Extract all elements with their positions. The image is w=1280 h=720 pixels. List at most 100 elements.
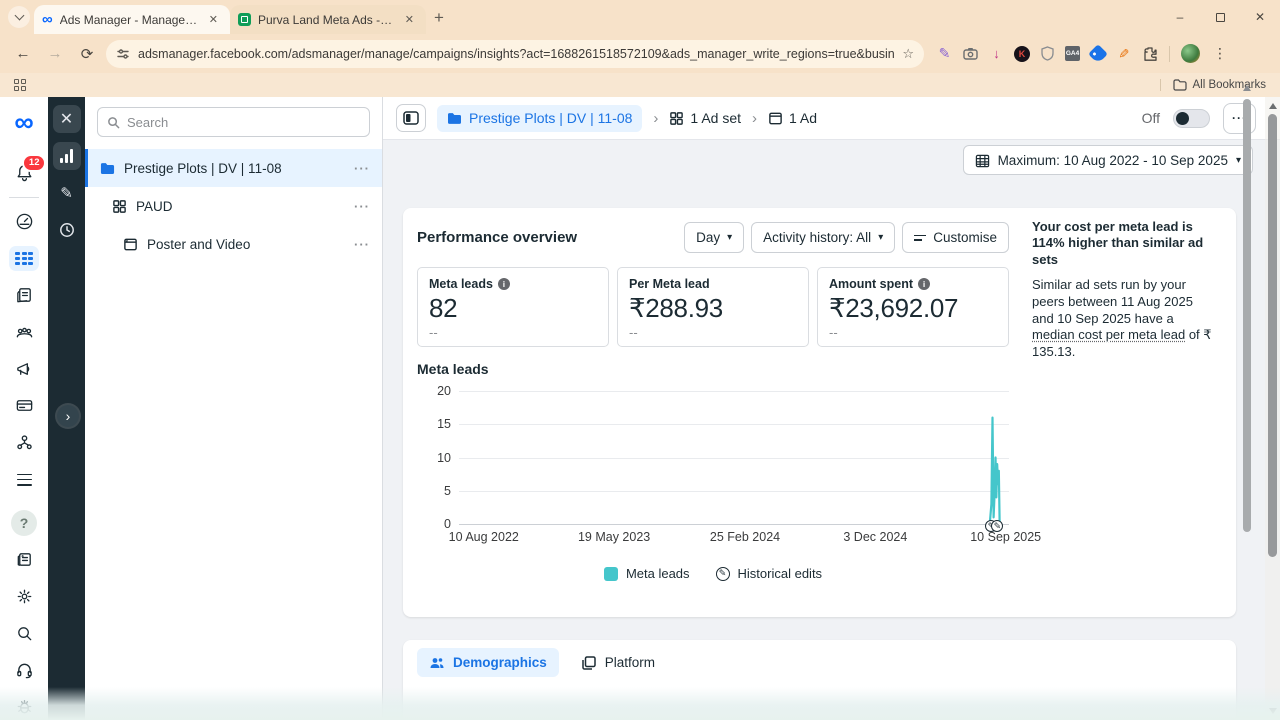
brush-extension-icon[interactable]: ✎: [1115, 45, 1132, 62]
scrollbar-thumb[interactable]: [1268, 114, 1277, 557]
tab-close-icon[interactable]: ✕: [205, 11, 222, 28]
extensions-puzzle-icon[interactable]: [1141, 45, 1158, 62]
insights-chart-button[interactable]: [52, 142, 81, 170]
campaign-search-input[interactable]: Search: [97, 107, 370, 137]
sidebar-item-ads-reporting[interactable]: [9, 282, 39, 308]
ad-row[interactable]: Poster and Video ···: [85, 225, 382, 263]
site-info-icon[interactable]: [116, 47, 130, 61]
profile-avatar[interactable]: [1181, 44, 1200, 63]
search-icon: [108, 116, 120, 128]
metric-card-amount-spent: Amount spent i ₹23,692.07 --: [817, 267, 1009, 347]
tab-close-icon[interactable]: ✕: [401, 11, 418, 28]
campaigns-table-icon: [15, 251, 33, 266]
browser-tab-ads-manager[interactable]: ∞ Ads Manager - Manage ads - C ✕: [34, 5, 230, 34]
customise-button[interactable]: Customise: [902, 222, 1009, 253]
meta-leads-chart: 20 15 10 5 0 ✎ 10 Aug 2022 19 May 2023 2…: [417, 384, 1041, 581]
sidebar-item-search[interactable]: [9, 620, 39, 646]
scroll-up-icon[interactable]: [1268, 103, 1277, 109]
browser-scrollbar[interactable]: [1265, 97, 1280, 720]
row-menu-icon[interactable]: ···: [354, 199, 370, 214]
ad-set-icon: [113, 199, 126, 213]
apps-grid-icon[interactable]: [14, 79, 26, 91]
panel-layout-icon: [403, 111, 419, 125]
ads-manager-app: ∞ 12 ? ✕ ✎ › Search Prestige Plots | DV …: [0, 97, 1280, 720]
close-window-button[interactable]: ✕: [1240, 0, 1280, 34]
glossary-term-link[interactable]: median cost per meta lead: [1032, 327, 1185, 342]
customise-icon: [914, 234, 927, 241]
close-panel-button[interactable]: ✕: [52, 105, 81, 133]
back-button[interactable]: ←: [10, 41, 36, 67]
history-button[interactable]: [53, 216, 81, 244]
sidebar-item-account-overview[interactable]: [9, 209, 39, 235]
org-chart-icon: [16, 435, 32, 450]
new-tab-button[interactable]: +: [434, 8, 444, 28]
toggle-side-panel-button[interactable]: [396, 104, 426, 132]
metric-value: 82: [429, 293, 458, 323]
sidebar-item-advertising[interactable]: [9, 356, 39, 382]
info-icon[interactable]: i: [497, 278, 510, 290]
campaign-row[interactable]: Prestige Plots | DV | 11-08 ···: [85, 149, 382, 187]
ga4-extension-icon[interactable]: GA4: [1065, 46, 1080, 61]
sidebar-item-settings[interactable]: [9, 583, 39, 609]
info-icon[interactable]: i: [918, 278, 931, 290]
maximize-button[interactable]: [1200, 0, 1240, 34]
minimize-button[interactable]: –: [1160, 0, 1200, 34]
sidebar-item-updates[interactable]: [9, 547, 39, 573]
scroll-down-icon[interactable]: [1268, 708, 1277, 714]
row-menu-icon[interactable]: ···: [354, 161, 370, 176]
edit-button[interactable]: ✎: [53, 179, 81, 207]
scroll-up-icon[interactable]: [1243, 85, 1251, 91]
reload-button[interactable]: ⟳: [74, 41, 100, 67]
headset-icon: [16, 663, 32, 678]
tab-title: Ads Manager - Manage ads - C: [59, 12, 198, 27]
scrollbar-thumb[interactable]: [1243, 99, 1251, 532]
tab-search-chevron-button[interactable]: [8, 6, 30, 28]
tag-icon: [1087, 43, 1108, 64]
breadcrumb-ad[interactable]: 1 Ad: [768, 110, 817, 126]
sidebar-item-support[interactable]: [9, 657, 39, 683]
shield-extension-icon[interactable]: [1039, 45, 1056, 62]
day-dropdown[interactable]: Day ▾: [684, 222, 745, 253]
breadcrumb-campaign-chip[interactable]: Prestige Plots | DV | 11-08: [437, 104, 643, 132]
date-range-selector[interactable]: Maximum: 10 Aug 2022 - 10 Sep 2025 ▾: [962, 145, 1253, 175]
credit-card-icon: [16, 400, 32, 412]
sidebar-item-all-tools[interactable]: [9, 467, 39, 493]
tab-demographics[interactable]: Demographics: [417, 648, 559, 677]
ad-icon: [124, 238, 137, 250]
meta-favicon-icon: ∞: [42, 11, 53, 28]
x-axis-line: [459, 524, 1009, 525]
row-menu-icon[interactable]: ···: [354, 237, 370, 252]
pen-extension-icon[interactable]: ✎: [936, 45, 953, 62]
folder-icon: [1172, 79, 1187, 91]
news-icon: [17, 553, 31, 566]
k-extension-icon[interactable]: K: [1014, 45, 1030, 62]
forward-button[interactable]: →: [42, 41, 68, 67]
pages-icon: [16, 288, 31, 303]
bookmark-star-icon[interactable]: ☆: [902, 46, 914, 62]
sidebar-item-events-manager[interactable]: [9, 430, 39, 456]
sidebar-item-report-bug[interactable]: [9, 694, 39, 720]
metric-delta: --: [629, 325, 638, 340]
notifications-button[interactable]: 12: [9, 153, 46, 186]
browser-menu-icon[interactable]: ⋮: [1209, 45, 1231, 62]
url-bar[interactable]: adsmanager.facebook.com/adsmanager/manag…: [106, 39, 924, 68]
content-scrollbar[interactable]: [1242, 85, 1252, 690]
sidebar-item-audiences[interactable]: [9, 319, 39, 345]
sidebar-item-ads-manager[interactable]: [9, 245, 39, 272]
campaign-status-toggle[interactable]: [1173, 108, 1210, 128]
expand-panel-button[interactable]: ›: [57, 405, 79, 427]
url-text[interactable]: adsmanager.facebook.com/adsmanager/manag…: [138, 47, 894, 61]
help-button[interactable]: ?: [9, 509, 39, 536]
tab-platform[interactable]: Platform: [569, 648, 667, 677]
downloader-extension-icon[interactable]: ↓: [988, 45, 1005, 62]
metric-card-per-meta-lead: Per Meta lead ₹288.93 --: [617, 267, 809, 347]
activity-history-dropdown[interactable]: Activity history: All ▾: [751, 222, 896, 253]
camera-extension-icon[interactable]: [962, 45, 979, 62]
adset-row[interactable]: PAUD ···: [85, 187, 382, 225]
extensions-row: ✎ ↓ K GA4 ✎ ⋮: [936, 43, 1231, 64]
sidebar-item-billing[interactable]: [9, 393, 39, 419]
breadcrumb-adset[interactable]: 1 Ad set: [669, 110, 741, 126]
tag-extension-icon[interactable]: [1087, 43, 1108, 64]
meta-logo[interactable]: ∞: [9, 108, 39, 135]
browser-tab-sheets[interactable]: Purva Land Meta Ads - Google ✕: [230, 5, 426, 34]
